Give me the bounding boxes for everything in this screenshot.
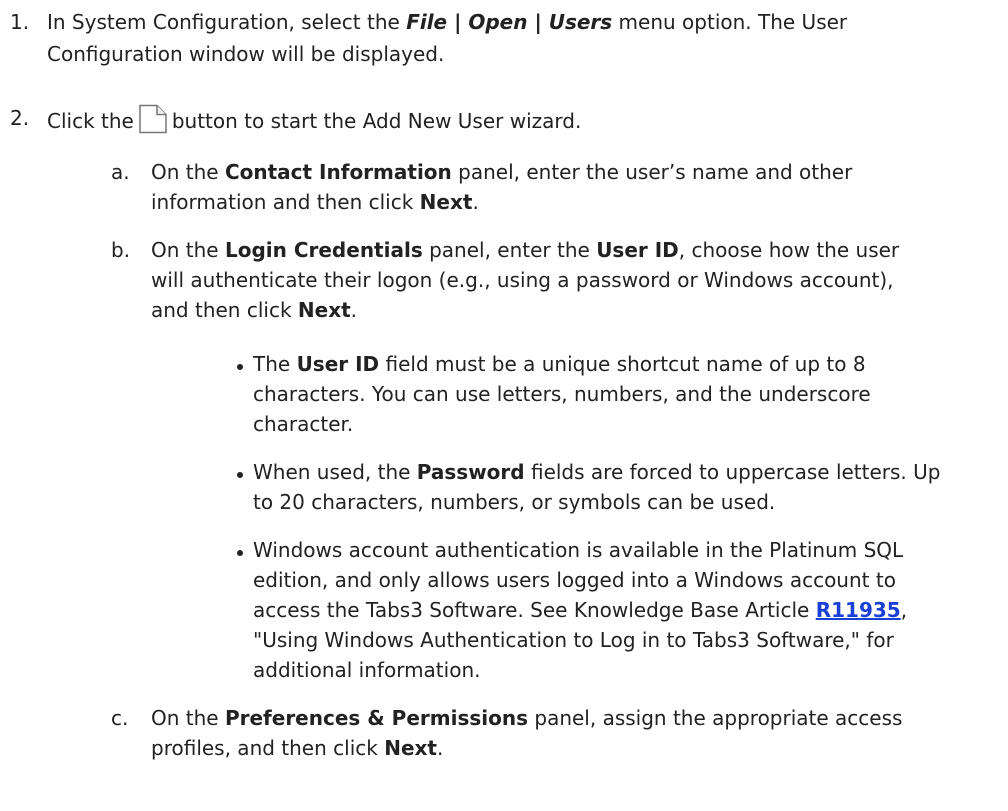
bullet-1-text: field must be a unique shortcut name of … [379, 352, 866, 376]
bullet-3-line-2: edition, and only allows users logged in… [253, 568, 896, 592]
next-label: Next [419, 190, 473, 214]
step-1-text: menu option. The User [612, 10, 848, 34]
field-name: Password [416, 460, 525, 484]
substep-b-text: . [350, 298, 358, 322]
step-1-line-1: In System Configuration, select the File… [47, 8, 847, 36]
substep-c-letter: c. [111, 706, 129, 730]
bullet-icon [237, 472, 243, 478]
substep-b-text: , choose how the user [678, 238, 900, 262]
bullet-2-text: fields are forced to uppercase letters. … [524, 460, 941, 484]
substep-a-text: panel, enter the user’s name and other [451, 160, 853, 184]
panel-name: Login Credentials [224, 238, 423, 262]
substep-a-line-2: information and then click Next. [151, 188, 479, 216]
substep-a-letter: a. [111, 160, 130, 184]
substep-b-text: and then click [151, 298, 298, 322]
substep-c-text: panel, assign the appropriate access [528, 706, 903, 730]
document-body: 1. In System Configuration, select the F… [0, 0, 1008, 811]
bullet-1-line-1: The User ID field must be a unique short… [253, 350, 866, 378]
menu-path: File | Open | Users [406, 10, 613, 34]
bullet-1-text: The [253, 352, 297, 376]
new-document-icon [138, 104, 168, 141]
field-name: User ID [596, 238, 679, 262]
step-2-text: button to start the Add New User wizard. [171, 109, 582, 133]
bullet-3-line-3: access the Tabs3 Software. See Knowledge… [253, 596, 907, 624]
substep-a-line-1: On the Contact Information panel, enter … [151, 158, 852, 186]
substep-c-text: . [436, 736, 444, 760]
substep-c-line-1: On the Preferences & Permissions panel, … [151, 704, 902, 732]
substep-c-text: profiles, and then click [151, 736, 385, 760]
field-name: User ID [296, 352, 380, 376]
panel-name: Contact Information [224, 160, 452, 184]
substep-b-line-3: and then click Next. [151, 296, 357, 324]
bullet-1-line-3: character. [253, 412, 354, 436]
substep-a-text: . [472, 190, 479, 214]
bullet-2-line-2: to 20 characters, numbers, or symbols ca… [253, 490, 776, 514]
substep-a-text: information and then click [151, 190, 420, 214]
substep-c-line-2: profiles, and then click Next. [151, 734, 443, 762]
bullet-3-text: access the Tabs3 Software. See Knowledge… [253, 598, 816, 622]
bullet-2-text: When used, the [253, 460, 417, 484]
step-1-line-2: Configuration window will be displayed. [47, 42, 445, 66]
bullet-3-line-1: Windows account authentication is availa… [253, 538, 904, 562]
bullet-3-line-5: additional information. [253, 658, 481, 682]
bullet-icon [237, 550, 243, 556]
substep-b-line-2: will authenticate their logon (e.g., usi… [151, 268, 894, 292]
substep-b-letter: b. [111, 238, 131, 262]
bullet-icon [237, 364, 243, 370]
substep-b-text: On the [151, 238, 225, 262]
step-1-text: In System Configuration, select the [47, 10, 407, 34]
panel-name: Preferences & Permissions [224, 706, 529, 730]
knowledge-base-link[interactable]: R11935 [816, 598, 901, 622]
next-label: Next [384, 736, 437, 760]
step-1-number: 1. [10, 10, 30, 34]
step-2-number: 2. [10, 106, 30, 130]
step-2-line: Click the button to start the Add New Use… [47, 104, 581, 141]
bullet-2-line-1: When used, the Password fields are force… [253, 458, 940, 486]
substep-b-text: panel, enter the [422, 238, 597, 262]
next-label: Next [297, 298, 351, 322]
bullet-3-text: , [900, 598, 908, 622]
bullet-3-line-4: "Using Windows Authentication to Log in … [253, 628, 894, 652]
bullet-1-line-2: characters. You can use letters, numbers… [253, 382, 871, 406]
step-2-text: Click the [47, 109, 134, 133]
substep-b-line-1: On the Login Credentials panel, enter th… [151, 236, 899, 264]
substep-a-text: On the [151, 160, 225, 184]
substep-c-text: On the [151, 706, 225, 730]
